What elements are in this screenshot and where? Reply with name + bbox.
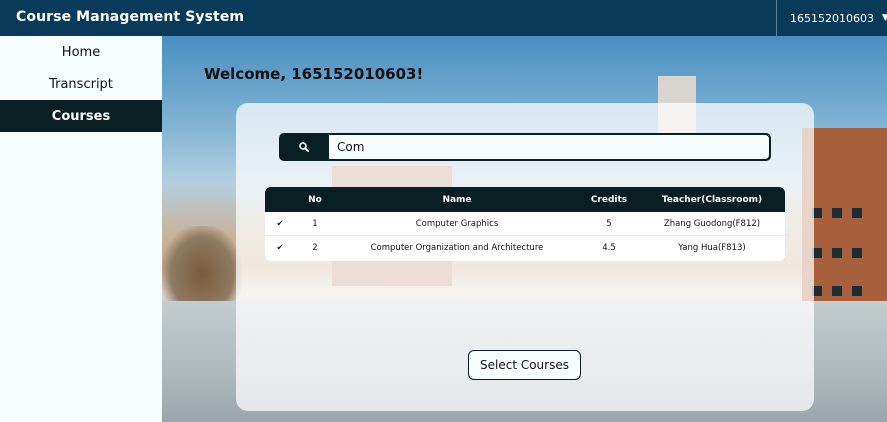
background-window (832, 208, 842, 218)
background-window (852, 248, 862, 258)
sidebar-item-home[interactable]: Home (0, 36, 162, 68)
column-header-teacher: Teacher(Classroom) (661, 194, 763, 205)
row-no: 2 (312, 243, 318, 253)
table-row[interactable]: ✔ 1 Computer Graphics 5 Zhang Guodong(F8… (265, 212, 785, 236)
row-name: Computer Graphics (415, 218, 499, 229)
user-name: 165152010603 (790, 11, 874, 25)
check-icon[interactable]: ✔ (265, 236, 295, 260)
main-content: Welcome, 165152010603! No Name Credits T… (162, 36, 887, 422)
course-panel: No Name Credits Teacher(Classroom) ✔ 1 C… (236, 103, 814, 411)
background-building (802, 128, 887, 328)
row-teacher: Yang Hua(F813) (678, 243, 746, 253)
background-trees (162, 226, 242, 306)
column-header-no: No (308, 194, 322, 205)
table-row[interactable]: ✔ 2 Computer Organization and Architectu… (265, 236, 785, 260)
row-no: 1 (312, 218, 318, 229)
background-window (832, 286, 842, 296)
row-credits: 4.5 (602, 243, 616, 253)
welcome-message: Welcome, 165152010603! (204, 65, 424, 83)
select-courses-button[interactable]: Select Courses (468, 350, 581, 380)
column-header-credits: Credits (590, 194, 628, 205)
sidebar-item-label: Courses (51, 108, 111, 124)
background-window (852, 208, 862, 218)
sidebar-item-label: Home (61, 44, 101, 60)
search-bar (279, 133, 771, 161)
column-header-name: Name (442, 194, 472, 205)
sidebar-item-label: Transcript (49, 76, 113, 92)
row-credits: 5 (606, 218, 612, 229)
chevron-down-icon: ▼ (881, 13, 887, 23)
search-input[interactable] (329, 135, 769, 159)
sidebar-item-transcript[interactable]: Transcript (0, 68, 162, 100)
background-window (852, 286, 862, 296)
sidebar: Home Transcript Courses (0, 36, 162, 422)
check-icon[interactable]: ✔ (265, 212, 295, 235)
search-button[interactable] (279, 133, 329, 161)
top-navbar: Course Management System 165152010603 ▼ (0, 0, 887, 36)
courses-table: No Name Credits Teacher(Classroom) ✔ 1 C… (265, 187, 785, 261)
search-icon (299, 142, 309, 152)
column-header-check (265, 187, 295, 212)
user-menu[interactable]: 165152010603 ▼ (776, 0, 887, 36)
app-title: Course Management System (16, 9, 245, 25)
table-header: No Name Credits Teacher(Classroom) (265, 187, 785, 212)
background-window (832, 248, 842, 258)
sidebar-item-courses[interactable]: Courses (0, 100, 162, 132)
row-name: Computer Organization and Architecture (370, 243, 544, 253)
row-teacher: Zhang Guodong(F812) (663, 218, 761, 229)
